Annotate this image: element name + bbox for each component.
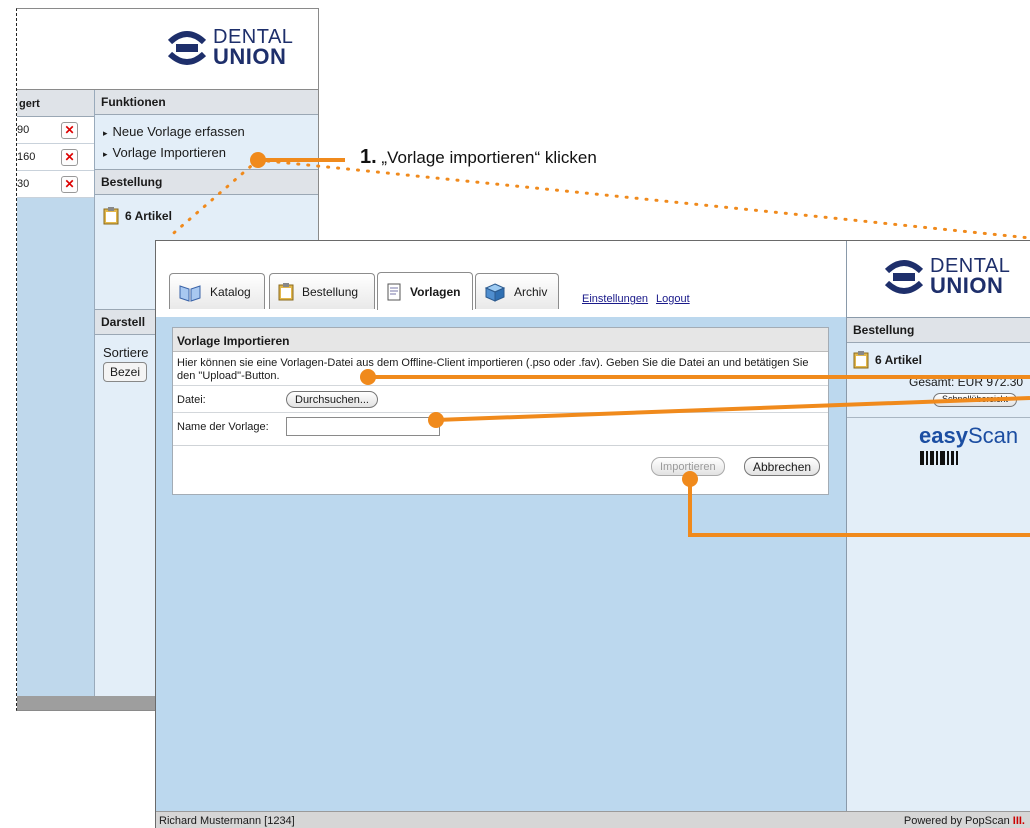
import-button[interactable]: Importieren — [651, 457, 725, 476]
template-name-label: Name der Vorlage: — [177, 421, 269, 433]
column-header: gert — [19, 98, 40, 110]
logo-mark-icon — [884, 260, 924, 294]
arrow-icon: ▸ — [103, 149, 108, 159]
powered-by: Powered by PopScan III. — [903, 815, 1025, 827]
cube-icon — [484, 282, 506, 302]
file-row: Datei: Durchsuchen... — [173, 385, 828, 412]
front-sidebar: DENTAL UNION Bestellung 6 Artikel Gesamt… — [846, 241, 1030, 811]
table-header: gert — [17, 90, 94, 117]
clipboard-icon — [278, 282, 294, 300]
dental-union-logo: DENTAL UNION — [167, 27, 293, 70]
order-summary: 6 Artikel — [95, 195, 318, 225]
logo-text-union: UNION — [213, 44, 287, 70]
front-header: Katalog Bestellung Vorlagen Archiv Einst… — [156, 241, 846, 318]
import-dialog: Vorlage Importieren Hier können sie eine… — [172, 327, 829, 495]
delete-row-button[interactable]: ✕ — [61, 121, 78, 139]
order-total: Gesamt: EUR 972.30 — [909, 375, 1024, 389]
clipboard-icon — [103, 207, 119, 225]
row-value: 30 — [17, 178, 30, 190]
bestellung-title: Bestellung — [95, 169, 318, 195]
logo-text-union: UNION — [930, 273, 1004, 299]
clipboard-icon — [853, 351, 869, 369]
import-template-link[interactable]: ▸ Vorlage Importieren — [95, 142, 318, 163]
tab-bestellung[interactable]: Bestellung — [269, 273, 375, 309]
file-label: Datei: — [177, 394, 206, 406]
dental-union-logo: DENTAL UNION — [884, 256, 1010, 299]
easyscan-logo: easyScan — [919, 423, 1019, 448]
dotted-connector — [256, 158, 1030, 240]
status-bar: Richard Mustermann [1234] Powered by Pop… — [156, 811, 1030, 828]
order-count: 6 Artikel — [125, 209, 172, 223]
sidebar-order-summary: 6 Artikel — [847, 343, 1030, 369]
user-info: Richard Mustermann [1234] — [159, 815, 295, 827]
quick-overview-button[interactable]: Schnellübersicht — [933, 393, 1018, 407]
table-row: 90 ✕ — [17, 117, 94, 144]
front-logo-area: DENTAL UNION — [847, 241, 1030, 318]
main-content: Vorlage Importieren Hier können sie eine… — [156, 317, 846, 811]
template-name-input[interactable] — [286, 417, 440, 436]
name-row: Name der Vorlage: — [173, 412, 828, 445]
delete-row-button[interactable]: ✕ — [61, 175, 78, 193]
tab-katalog[interactable]: Katalog — [169, 273, 265, 309]
dialog-title: Vorlage Importieren — [173, 328, 828, 352]
dialog-description: Hier können sie eine Vorlagen-Datei aus … — [177, 357, 809, 383]
sidebar-bestellung-title: Bestellung — [847, 318, 1030, 343]
tab-vorlagen[interactable]: Vorlagen — [377, 272, 473, 310]
back-order-table: gert 90 ✕ 160 ✕ 30 ✕ — [17, 90, 94, 198]
barcode-icon — [920, 451, 958, 465]
new-template-link[interactable]: ▸ Neue Vorlage erfassen — [95, 121, 318, 142]
tab-archiv[interactable]: Archiv — [475, 273, 559, 309]
document-icon — [387, 283, 401, 300]
delete-row-button[interactable]: ✕ — [61, 148, 78, 166]
arrow-icon: ▸ — [103, 128, 108, 138]
browse-button[interactable]: Durchsuchen... — [286, 391, 378, 408]
funktionen-title: Funktionen — [95, 90, 318, 115]
dialog-footer: Importieren Abbrechen — [173, 445, 828, 496]
row-value: 90 — [17, 124, 30, 136]
sort-button[interactable]: Bezei — [103, 362, 148, 382]
step-instruction: 1. „Vorlage importieren“ klicken — [360, 146, 597, 168]
cancel-button[interactable]: Abbrechen — [744, 457, 821, 476]
back-header: DENTAL UNION — [17, 9, 318, 90]
book-icon — [179, 284, 201, 302]
row-value: 160 — [17, 151, 36, 163]
table-row: 30 ✕ — [17, 171, 94, 198]
sidebar-order-count: 6 Artikel — [875, 353, 922, 367]
settings-link[interactable]: Einstellungen — [582, 293, 648, 305]
logo-mark-icon — [167, 31, 207, 65]
logout-link[interactable]: Logout — [656, 293, 690, 305]
front-window: Katalog Bestellung Vorlagen Archiv Einst… — [155, 240, 1030, 828]
table-row: 160 ✕ — [17, 144, 94, 171]
